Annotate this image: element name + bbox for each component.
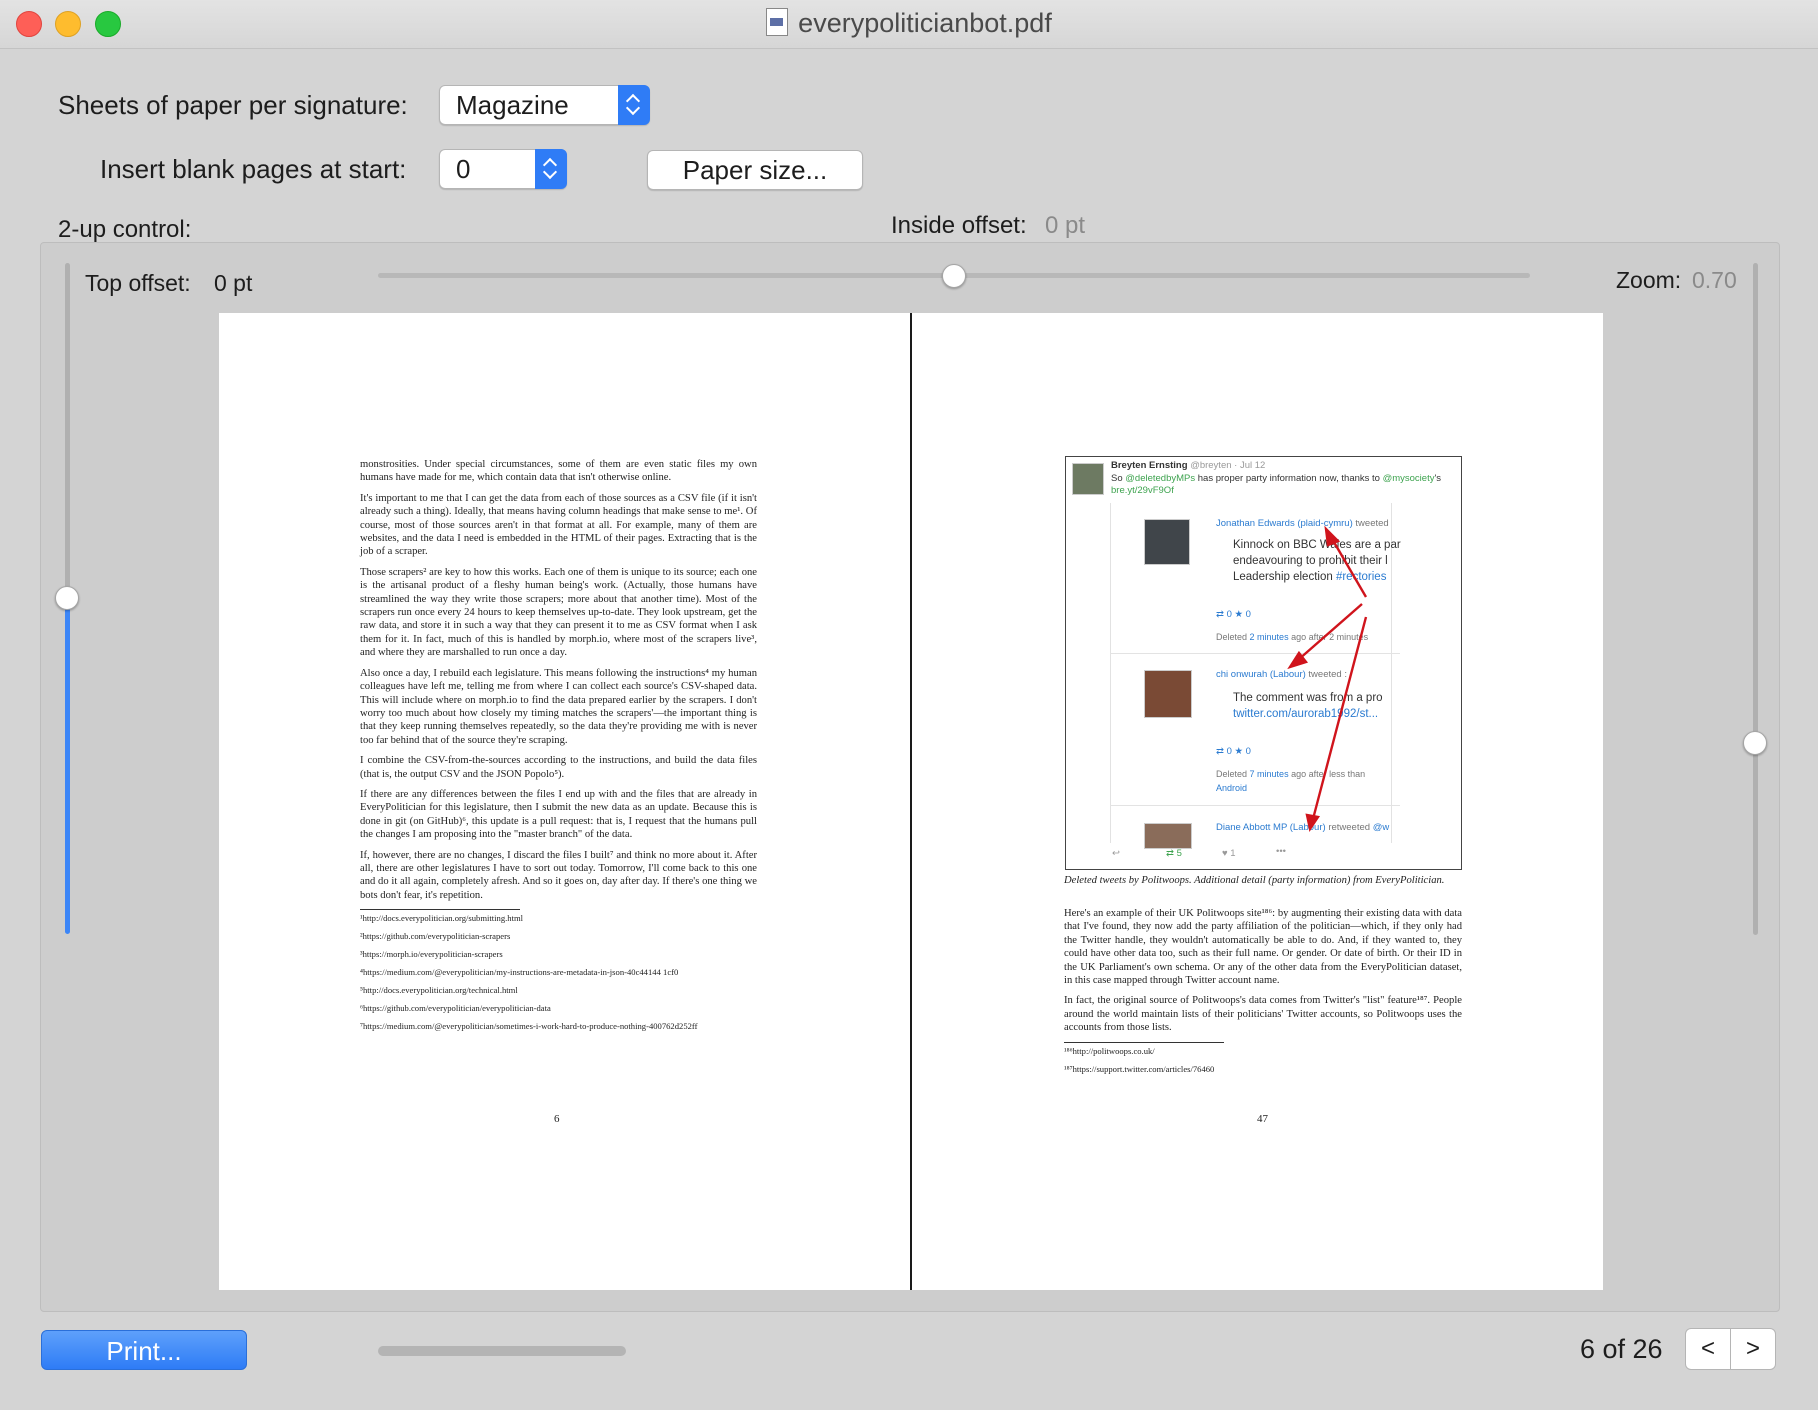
zoom-slider-track[interactable] <box>1753 263 1758 935</box>
top-offset-value: 0 pt <box>214 270 253 296</box>
left-page-number: 6 <box>554 1113 560 1125</box>
zoom-slider-knob[interactable] <box>1743 731 1767 755</box>
left-footnote: ⁵http://docs.everypolitician.org/technic… <box>360 985 518 996</box>
left-paragraph: It's important to me that I can get the … <box>360 492 757 558</box>
left-footnote: ³https://morph.io/everypolitician-scrape… <box>360 949 503 960</box>
top-offset-slider-knob[interactable] <box>55 586 79 610</box>
annotation-arrows-icon <box>1287 525 1368 833</box>
stepper-arrows-icon[interactable] <box>535 149 567 189</box>
zoom-value: 0.70 <box>1692 267 1737 293</box>
pdf-document-icon <box>766 8 789 36</box>
horizontal-scrollbar[interactable] <box>378 1346 626 1356</box>
left-paragraph: If, however, there are no changes, I dis… <box>360 849 757 901</box>
left-footnote: ⁴https://medium.com/@everypolitician/my-… <box>360 967 679 978</box>
previous-page-button[interactable]: < <box>1685 1328 1731 1370</box>
signature-value: Magazine <box>456 90 569 120</box>
right-page-number: 47 <box>1257 1113 1268 1125</box>
right-footnote: ¹⁸⁶http://politwoops.co.uk/ <box>1064 1045 1155 1056</box>
left-footnote: ²https://github.com/everypolitician-scra… <box>360 931 511 942</box>
footnote-rule <box>1064 1041 1224 1043</box>
page-spine-divider <box>910 313 912 1290</box>
right-paragraph: In fact, the original source of Politwoo… <box>1064 995 1462 1034</box>
blank-pages-value: 0 <box>456 154 471 184</box>
left-paragraph: Also once a day, I rebuild each legislat… <box>360 667 757 746</box>
signature-label: Sheets of paper per signature: <box>58 90 408 120</box>
paper-size-button[interactable]: Paper size... <box>647 150 863 190</box>
inside-offset-value: 0 pt <box>1045 212 1086 239</box>
signature-popup[interactable]: Magazine <box>439 85 650 125</box>
right-paragraph: Here's an example of their UK Politwoops… <box>1064 908 1462 987</box>
popup-arrows-icon <box>618 85 650 125</box>
window-title: everypoliticianbot.pdf <box>798 8 1052 38</box>
left-paragraph: monstrosities. Under special circumstanc… <box>360 459 757 484</box>
top-offset-label: Top offset: <box>85 270 191 296</box>
left-paragraph: I combine the CSV-from-the-sources accor… <box>360 755 757 780</box>
print-window: everypoliticianbot.pdf Sheets of paper p… <box>0 0 1818 1410</box>
left-paragraph: Those scrapers² are key to how this work… <box>360 566 757 659</box>
print-button[interactable]: Print... <box>41 1330 247 1370</box>
top-offset-slider-track[interactable] <box>65 263 70 598</box>
inside-offset-slider-knob[interactable] <box>942 264 966 288</box>
footnote-rule <box>360 909 520 911</box>
zoom-label: Zoom: <box>1616 267 1682 293</box>
blank-pages-stepper[interactable]: 0 <box>439 149 567 189</box>
figure-caption: Deleted tweets by Politwoops. Additional… <box>1064 875 1445 886</box>
left-footnote: ⁶https://github.com/everypolitician/ever… <box>360 1003 551 1014</box>
two-up-label: 2-up control: <box>58 216 192 243</box>
left-footnote: ¹http://docs.everypolitician.org/submitt… <box>360 913 524 924</box>
title-bar: everypoliticianbot.pdf <box>0 0 1818 49</box>
window-title-area: everypoliticianbot.pdf <box>0 8 1818 39</box>
page-counter: 6 of 26 <box>1580 1334 1663 1364</box>
left-page-body: monstrosities. Under special circumstanc… <box>360 458 757 1039</box>
tweet-screenshot: Breyten Ernsting @breyten · Jul 12 So @d… <box>1065 456 1462 870</box>
left-footnote: ⁷https://medium.com/@everypolitician/som… <box>360 1021 698 1032</box>
top-offset-slider-fill <box>65 598 70 934</box>
right-page-body: Here's an example of their UK Politwoops… <box>1064 907 1462 1082</box>
next-page-button[interactable]: > <box>1730 1328 1776 1370</box>
inside-offset-label: Inside offset: <box>891 212 1027 239</box>
right-footnote: ¹⁸⁷https://support.twitter.com/articles/… <box>1064 1063 1215 1074</box>
left-paragraph: If there are any differences between the… <box>360 788 757 841</box>
blank-pages-label: Insert blank pages at start: <box>100 154 407 184</box>
